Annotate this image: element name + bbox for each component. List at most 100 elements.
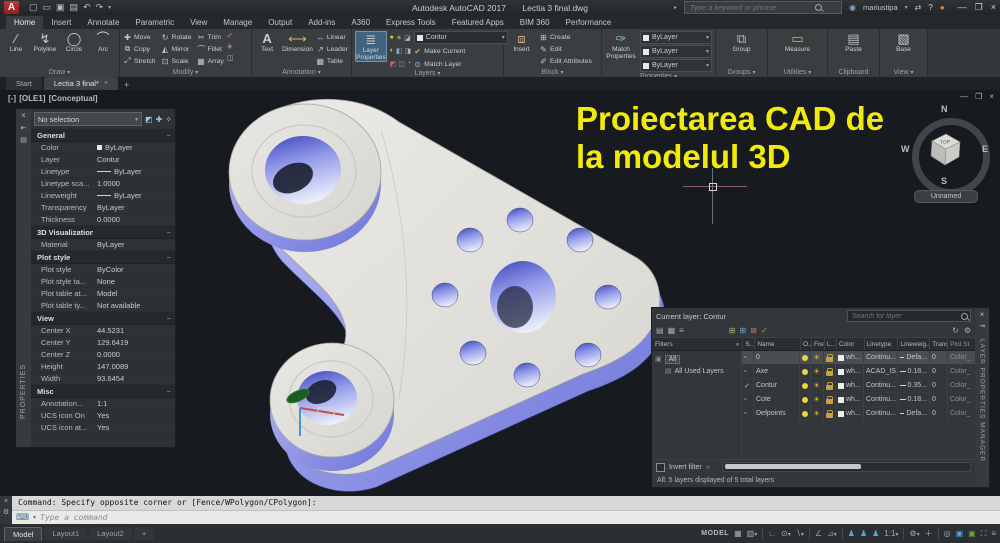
measure-button[interactable]: ▭ Measure [783,31,812,53]
autodesk-account-icon[interactable]: ● [940,3,945,12]
column-linetype[interactable]: Linetype [865,338,899,350]
property-row[interactable]: UCS icon On Yes − [31,410,175,422]
paste-button[interactable]: ▤ Paste [839,31,868,53]
customization-plus-icon[interactable]: ＋ [925,528,933,539]
property-row[interactable]: Plot table at... Model − [31,288,175,300]
filter-all-used[interactable]: ▤ All Used Layers [655,365,738,377]
drawing-area[interactable]: [-] [OLE1] [Conceptual] — ❐ × Proiectare… [0,90,1000,496]
layer-name[interactable]: Defpoints [754,407,800,420]
layer-lock-icon[interactable] [824,365,836,378]
property-row[interactable]: Transparency ByLayer − [31,202,175,214]
layer-status-cell[interactable]: ✓ [742,379,754,392]
layer-lock-icon[interactable] [824,379,836,392]
layer-freeze-icon[interactable]: ☀ [811,351,824,364]
viewport-view-control[interactable]: [OLE1] [19,94,45,103]
ribbon-tab[interactable]: Home [6,16,44,29]
layer-status-cell[interactable]: ▫ [742,393,754,406]
workspace-switching-icon[interactable]: ⚙▾ [909,529,919,538]
annotation-scale-icon[interactable]: ♟ [872,529,879,538]
ribbon-button[interactable]: ◯ Circle [61,31,87,53]
new-layer-icon[interactable]: ⊞ [729,326,736,335]
property-row[interactable]: Color ByLayer − [31,142,175,154]
graphics-performance-icon[interactable]: ▣ [968,529,976,538]
layer-freeze-icon[interactable]: ☀ [811,407,824,420]
ribbon-button[interactable]: ↯ Polyline [32,31,58,53]
property-row[interactable]: Misc − [31,385,175,398]
new-tab-icon[interactable]: + [120,80,133,90]
erase-icon[interactable]: ✐ [227,32,234,42]
delete-layer-icon[interactable]: ⊠ [750,326,757,335]
ribbon-small-button[interactable]: ↗ Leader [316,43,348,55]
layer-row[interactable]: ▫ Defpoints ☀ wh... Continu... Defa... 0… [742,407,975,421]
grid-icon[interactable]: ▦ [734,529,742,538]
ribbon-small-button[interactable]: ↔ Linear [316,31,348,43]
close-icon[interactable]: × [4,498,8,505]
chevron-down-icon[interactable]: ▾ [754,532,757,538]
property-row[interactable]: Thickness 0.0000 − [31,214,175,226]
panel-label-layers[interactable]: Layers ▾ [352,70,503,77]
ribbon-small-button[interactable]: ↻ Rotate [161,31,192,43]
property-row[interactable]: Plot style − [31,251,175,264]
layer-linetype-cell[interactable]: Continu... [864,351,898,364]
section-collapse-icon[interactable]: − [167,228,175,237]
layer-color-cell[interactable]: wh... [836,379,864,392]
layout-tab[interactable]: Model [4,526,43,541]
chevron-down-icon[interactable]: ▾ [895,532,898,538]
property-row[interactable]: Height 147.0089 − [31,361,175,373]
ribbon-tab[interactable]: Manage [215,16,260,29]
property-value[interactable]: 147.0089 [97,362,175,371]
layer-lock-icon[interactable] [824,407,836,420]
customization-menu-icon[interactable]: ≡ [991,529,996,538]
panel-label-clipboard[interactable]: Clipboard [828,67,879,77]
section-collapse-icon[interactable]: − [167,314,175,323]
column-color[interactable]: Color [837,338,865,350]
property-value[interactable]: 0.0000 [97,350,175,359]
layer-lineweight-cell[interactable]: Defa... [898,351,930,364]
isodraft-icon[interactable]: ∖▾ [796,529,804,538]
compass-south[interactable]: S [941,176,947,186]
hardware-acceleration-icon[interactable]: ▣ [956,529,964,538]
ribbon-tab[interactable]: Add-ins [300,16,343,29]
property-value[interactable]: Yes [97,411,175,420]
save-icon[interactable]: ▣ [56,2,65,13]
viewport-restore-icon[interactable]: ❐ [975,92,982,101]
chevron-down-icon[interactable]: ▾ [834,532,837,538]
property-value[interactable]: ByLayer [97,167,175,176]
layout-tab[interactable]: Layout1 [44,527,88,540]
property-value[interactable]: ByLayer [97,240,175,249]
layout-tab[interactable]: + [133,527,155,540]
ribbon-small-button[interactable]: ▦ Array [197,55,224,67]
ribbon-tab[interactable]: Parametric [127,16,182,29]
autohide-icon[interactable]: ⇤ [21,124,27,132]
panel-label-block[interactable]: Block ▾ [504,67,601,77]
property-row[interactable]: Plot style ByColor − [31,264,175,276]
column-on[interactable]: O.. [801,338,812,350]
ribbon-small-button[interactable]: ✂ Trim [197,31,224,43]
snap-icon[interactable]: ▥▾ [747,529,758,538]
make-current-button[interactable]: ◐ ◧ ◨ ✔ Make Current [390,45,508,57]
layer-on-icon[interactable] [800,351,811,364]
horizontal-scrollbar[interactable] [721,462,971,472]
ribbon-tab[interactable]: View [182,16,215,29]
model-space-label[interactable]: MODEL [701,530,729,537]
compass-east[interactable]: E [982,144,988,154]
command-input-placeholder[interactable]: Type a command [40,513,107,522]
ribbon-small-button[interactable]: ⊡ Scale [161,55,192,67]
property-row[interactable]: Annotation... 1:1 − [31,398,175,410]
panel-label-draw[interactable]: Draw ▾ [0,67,119,77]
match-properties-button[interactable]: ✑ Match Properties [605,31,637,60]
chevron-down-icon[interactable]: ▾ [33,514,36,521]
ribbon-small-button[interactable]: ⊞ Create [539,31,592,43]
select-objects-icon[interactable]: ✚ [156,115,163,124]
layer-freeze-icon[interactable]: ☀ [811,379,824,392]
base-button[interactable]: ▧ Base [889,31,918,53]
property-row[interactable]: UCS icon at... Yes − [31,422,175,434]
new-property-filter-icon[interactable]: ▤ [656,326,664,335]
ribbon-tab[interactable]: Output [260,16,300,29]
column-lock[interactable]: L... [825,338,837,350]
layer-freeze-icon[interactable]: ☀ [396,34,402,42]
close-tab-icon[interactable]: × [104,80,108,87]
column-transparency[interactable]: Trans... [930,338,949,350]
viewcube[interactable]: N W E S TOP Unnamed [898,102,993,214]
command-history[interactable]: Command: Specify opposite corner or [Fen… [12,496,1000,511]
